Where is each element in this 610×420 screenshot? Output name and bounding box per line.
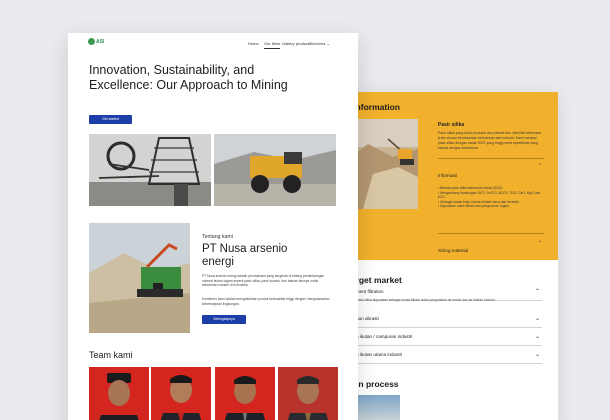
read-more-button[interactable]: Selengkapnya [202,315,246,324]
market-item-label: ment filtration [356,289,384,294]
about-title: PT Nusa arsenio energi [202,243,288,268]
logo-icon [88,38,95,45]
nav-home[interactable]: Home [248,41,259,46]
nav-our-mine[interactable]: Our Mine [264,41,281,49]
chevron-down-icon: ⌄ [534,352,540,358]
chevron-down-icon: ⌄ [534,334,540,340]
mine-tower-photo [89,134,211,206]
chevron-down-icon: ⌄ [534,316,540,322]
nav-gallery-products[interactable]: Gallery products [282,41,311,46]
team-member-photo [89,367,149,420]
market-item-mixture[interactable]: u ikutan / campuran industri ⌄ [348,331,542,346]
market-item-main-industry[interactable]: u ikutan utama industri ⌄ [348,349,542,364]
excavator-photo [89,223,190,333]
get-started-button[interactable]: Get started [89,115,132,124]
team-member-photo [278,367,338,420]
market-description: Pasir silika digunakan sebagai media fil… [356,298,496,302]
company-logo[interactable]: ASI [88,38,104,45]
sizing-accordion[interactable]: Sizing material ⌄ [438,232,544,257]
market-item-label: u ikutan / campuran industri [356,334,413,339]
team-member-photo [151,367,211,420]
landing-page: ASI Home Our Mine Gallery products Servi… [68,33,358,420]
team-member-photo [215,367,275,420]
dump-truck-photo [214,134,336,206]
about-description: PT Nusa arsenio energi adalah perusahaan… [202,274,325,287]
chevron-up-icon: ⌃ [537,163,542,169]
info-label: Informasi [438,173,457,178]
process-photo [354,395,400,420]
info-item: • Mengandung kandungan SiO2, Fe2O3, Al2O… [438,190,541,200]
info-item: • Digunakan untuk filtrasi dan pengecora… [438,204,510,209]
product-description: Pasir silika yang kami produksi dan peli… [438,131,541,150]
chevron-down-icon: ⌄ [537,237,542,244]
info-accordion[interactable]: Informasi ⌃ • Butiran pasir silika berbe… [438,158,544,209]
logo-text: ASI [96,38,105,45]
chevron-up-icon: ⌃ [534,289,540,295]
market-item-abrasive[interactable]: han abrasit ⌄ [348,313,542,328]
hero-title: Innovation, Sustainability, and Excellen… [89,63,288,92]
team-heading: Team kami [89,350,133,360]
product-label: Pasir silika [438,122,465,128]
product-photo [348,119,418,209]
nav-services[interactable]: Services ⌄ [310,41,330,46]
about-label: Tentang kami [202,234,233,240]
market-item-label: han abrasit [356,316,379,321]
market-item-label: u ikutan utama industri [356,352,403,357]
about-note: Komitmen kami adalah menghadirkan produk… [202,297,330,306]
sizing-label: Sizing material [438,247,469,253]
